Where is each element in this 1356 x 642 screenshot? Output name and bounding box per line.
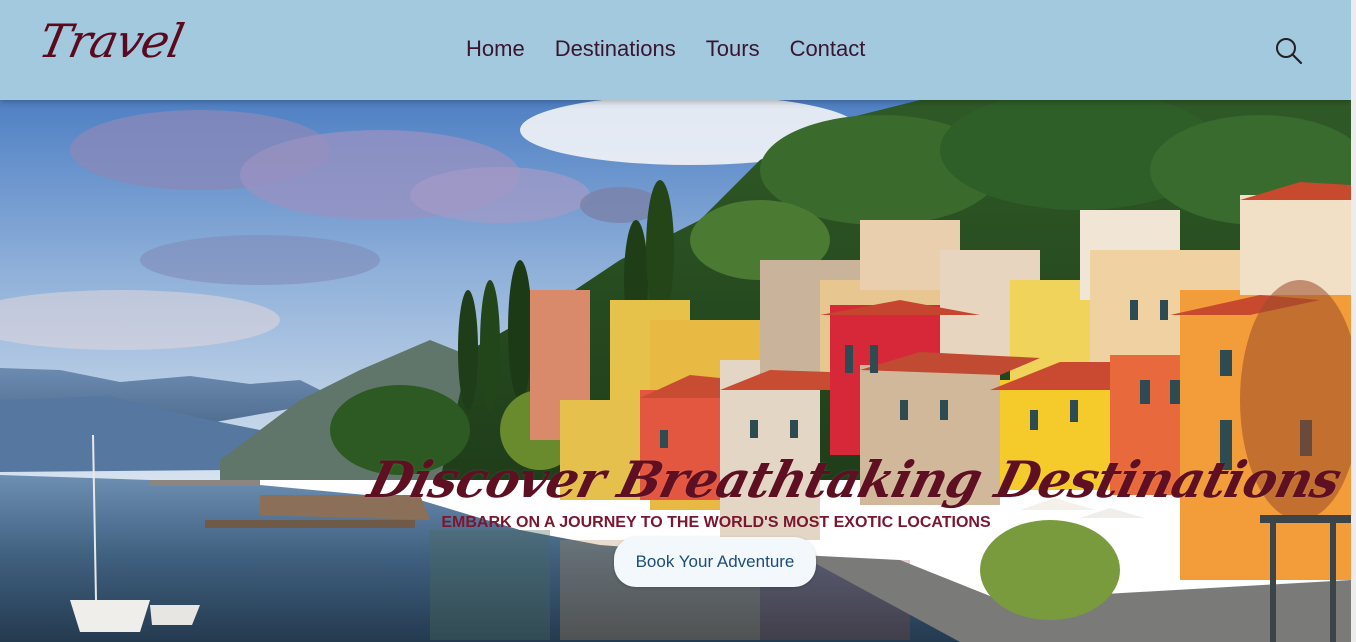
nav-link-home[interactable]: Home <box>466 36 525 62</box>
nav-link-tours[interactable]: Tours <box>706 36 760 62</box>
navbar: Travel Home Destinations Tours Contact <box>0 0 1351 100</box>
page-scrollbar[interactable] <box>1351 0 1356 642</box>
page: Travel Home Destinations Tours Contact D… <box>0 0 1356 642</box>
search-button[interactable] <box>1274 36 1304 66</box>
logo[interactable]: Travel <box>34 14 188 68</box>
hero-title: Discover Breathtaking Destinations <box>362 449 1347 509</box>
hero-section: Discover Breathtaking Destinations EMBAR… <box>0 100 1351 642</box>
hero-subtitle: EMBARK ON A JOURNEY TO THE WORLD'S MOST … <box>441 514 991 531</box>
main-nav: Home Destinations Tours Contact <box>466 36 865 62</box>
search-icon <box>1276 38 1303 65</box>
nav-link-destinations[interactable]: Destinations <box>555 36 676 62</box>
nav-link-contact[interactable]: Contact <box>790 36 866 62</box>
book-adventure-button[interactable]: Book Your Adventure <box>614 537 816 587</box>
